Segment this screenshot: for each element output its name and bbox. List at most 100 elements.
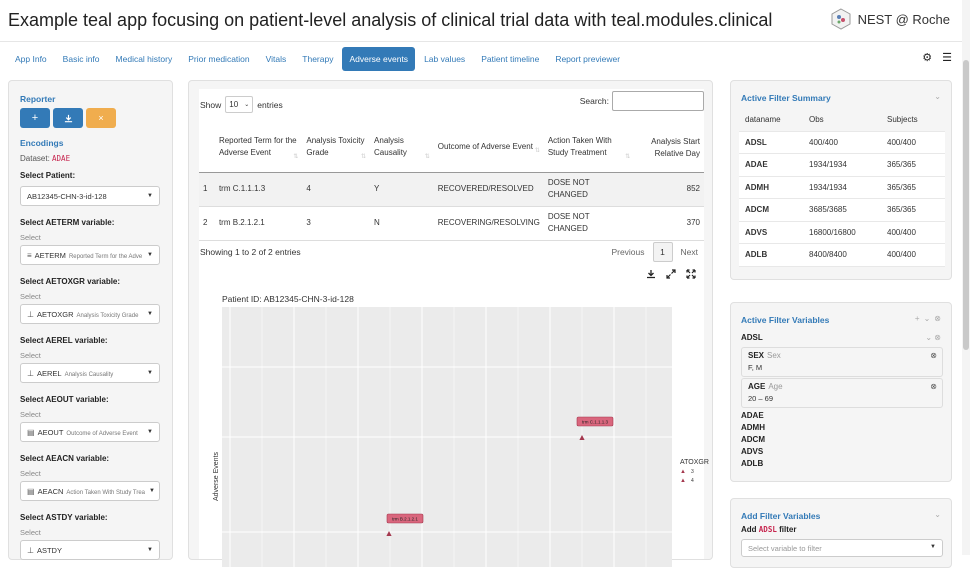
aetoxgr-select[interactable]: ⊥ AETOXGR Analysis Toxicity Grade ▼ <box>20 304 160 324</box>
chevron-down-icon[interactable]: ⌄ <box>934 510 941 519</box>
column-header-term[interactable]: Reported Term for the Adverse Event ⇅ <box>214 125 303 173</box>
table-row: ADVS 16800/16800 400/400 <box>739 222 945 244</box>
tab-vitals[interactable]: Vitals <box>259 47 294 71</box>
tab-lab-values[interactable]: Lab values <box>417 47 472 71</box>
column-header-index[interactable] <box>199 125 215 173</box>
previous-button[interactable]: Previous <box>611 247 644 257</box>
column-header-grade[interactable]: Analysis Toxicity Grade ⇅ <box>302 125 371 173</box>
show-label: Show <box>200 99 222 110</box>
dataset-item[interactable]: ADAE <box>741 410 765 422</box>
dataset-item[interactable]: ADCM <box>741 434 765 446</box>
expand-icon[interactable] <box>666 269 676 279</box>
column-header-label: Analysis Start Relative Day <box>651 137 700 159</box>
column-header-outcome[interactable]: Outcome of Adverse Event ⇅ <box>433 125 544 173</box>
filter-label: Sex <box>767 351 781 360</box>
dataset-item[interactable]: ADLB <box>741 458 765 470</box>
table-cell: trm B.2.1.2.1 <box>214 206 303 241</box>
chevron-down-icon[interactable]: ⌄ <box>925 333 932 342</box>
hamburger-menu-icon[interactable]: ☰ <box>942 51 952 64</box>
tab-patient-timeline[interactable]: Patient timeline <box>474 47 546 71</box>
table-row[interactable]: 2 trm B.2.1.2.1 3 N RECOVERING/RESOLVING… <box>199 206 704 241</box>
remove-all-icon[interactable]: ⊗ <box>934 314 941 323</box>
table-row: ADMH 1934/1934 365/365 <box>739 177 945 199</box>
aeacn-sublabel: Select <box>20 469 41 478</box>
table-info: Showing 1 to 2 of 2 entries <box>200 247 301 257</box>
caret-down-icon: ▼ <box>147 370 153 376</box>
triangle-marker-icon: ▲ <box>680 469 686 475</box>
page-scrollbar[interactable] <box>962 0 970 555</box>
caret-down-icon: ▼ <box>930 544 936 550</box>
close-icon: × <box>98 113 104 123</box>
add-card-button[interactable]: + <box>20 108 50 128</box>
aerel-desc: Analysis Causality <box>64 371 114 378</box>
table-cell: DOSE NOT CHANGED <box>543 206 635 241</box>
tab-adverse-events[interactable]: Adverse events <box>342 47 416 71</box>
plus-icon[interactable]: + <box>915 314 920 323</box>
dataset-item[interactable]: ADMH <box>741 422 765 434</box>
column-header-action[interactable]: Action Taken With Study Treatment ⇅ <box>543 125 635 173</box>
fullscreen-icon[interactable] <box>686 269 696 279</box>
aerel-select[interactable]: ⊥ AEREL Analysis Causality ▼ <box>20 363 160 383</box>
table-cell: 3 <box>302 206 371 241</box>
tab-therapy[interactable]: Therapy <box>295 47 340 71</box>
tab-app-info[interactable]: App Info <box>8 47 54 71</box>
column-header-causality[interactable]: Analysis Causality ⇅ <box>370 125 434 173</box>
encodings-panel: Reporter + × Encodings Dataset: ADAE Sel… <box>8 80 173 560</box>
app-title: Example teal app focusing on patient-lev… <box>8 10 773 30</box>
chevron-down-icon[interactable]: ⌄ <box>934 92 941 101</box>
page-1-button[interactable]: 1 <box>652 242 673 262</box>
aeacn-select[interactable]: ▤ AEACN Action Taken With Study Trea ▼ <box>20 481 160 501</box>
legend-item: ▲ 4 <box>680 478 709 484</box>
table-row: ADLB 8400/8400 400/400 <box>739 244 945 267</box>
aeout-value: AEOUT <box>37 427 64 437</box>
brand: NEST @ Roche <box>830 8 950 30</box>
download-button[interactable] <box>53 108 83 128</box>
search-input[interactable] <box>612 91 704 111</box>
aeout-select[interactable]: ▤ AEOUT Outcome of Adverse Event ▼ <box>20 422 160 442</box>
add-dataset: ADSL <box>758 525 777 534</box>
aeterm-select[interactable]: ≡ AETERM Reported Term for the Adve ▼ <box>20 245 160 265</box>
tab-prior-medication[interactable]: Prior medication <box>181 47 256 71</box>
variable-type-icon: ≡ <box>27 250 32 260</box>
patient-label: Select Patient: <box>20 171 76 180</box>
chevron-down-icon[interactable]: ⌄ <box>924 314 931 323</box>
remove-dataset-icon[interactable]: ⊗ <box>934 333 941 342</box>
remove-filter-icon[interactable]: ⊗ <box>930 382 937 391</box>
table-row[interactable]: 1 trm C.1.1.1.3 4 Y RECOVERED/RESOLVED D… <box>199 172 704 207</box>
scrollbar-thumb[interactable] <box>963 60 969 350</box>
aeterm-label: Select AETERM variable: <box>20 218 115 227</box>
table-cell: N <box>370 206 434 241</box>
variable-type-icon: ⊥ <box>27 545 34 555</box>
next-button[interactable]: Next <box>681 247 698 257</box>
table-row: ADCM 3685/3685 365/365 <box>739 199 945 222</box>
gear-icon[interactable]: ⚙ <box>922 51 932 64</box>
tab-medical-history[interactable]: Medical history <box>109 47 180 71</box>
remove-filter-icon[interactable]: ⊗ <box>930 351 937 360</box>
add-filter-select[interactable]: Select variable to filter ▼ <box>741 539 943 557</box>
page-length-select[interactable]: 10 ⌄ <box>225 96 254 113</box>
table-cell: ADCM <box>745 205 769 215</box>
tab-report-previewer[interactable]: Report previewer <box>548 47 627 71</box>
filter-card-sex[interactable]: SEX Sex F, M ⊗ <box>741 347 943 377</box>
module-tabs: App Info Basic info Medical history Prio… <box>8 47 627 71</box>
table-cell: ADVS <box>745 227 768 237</box>
patient-select-value: AB12345-CHN-3-id-128 <box>27 191 107 201</box>
table-cell: 400/400 <box>887 227 916 237</box>
patient-select[interactable]: AB12345-CHN-3-id-128 ▼ <box>20 186 160 206</box>
table-cell: 2 <box>199 206 215 241</box>
table-row: ADSL 400/400 400/400 <box>739 132 945 154</box>
dataset-value: ADAE <box>52 154 71 163</box>
plot-area: trm C.1.1.1.3 trm B.2.1.2.1 <box>222 307 672 567</box>
table-cell: ADAE <box>745 160 768 170</box>
aerel-value: AEREL <box>36 368 62 378</box>
filter-name: SEX <box>748 351 765 360</box>
download-icon[interactable] <box>646 269 656 279</box>
reset-button[interactable]: × <box>86 108 116 128</box>
tab-basic-info[interactable]: Basic info <box>56 47 107 71</box>
column-header-start-day[interactable]: Analysis Start Relative Day <box>634 125 704 173</box>
filter-card-age[interactable]: AGE Age 20 – 69 ⊗ <box>741 378 943 408</box>
table-cell: 3685/3685 <box>809 205 847 215</box>
dataset-item[interactable]: ADVS <box>741 446 765 458</box>
table-cell: 400/400 <box>809 137 838 147</box>
astdy-select[interactable]: ⊥ ASTDY ▼ <box>20 540 160 560</box>
